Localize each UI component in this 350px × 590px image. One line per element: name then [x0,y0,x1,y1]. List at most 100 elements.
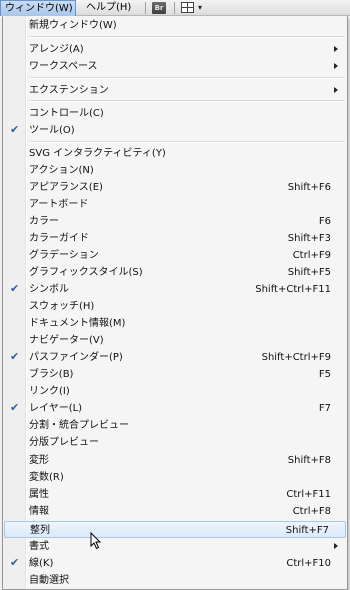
menu-item-label: 書式 [29,541,49,552]
menu-item-label: 整列 [30,525,50,536]
menu-item[interactable]: アピアランス(E) Shift+F6 [3,179,347,196]
menu-item[interactable]: カラー F6 [3,213,347,230]
mouse-cursor-icon [90,532,102,550]
menu-item-label: 属性 [29,489,49,500]
menubar-separator [145,2,146,14]
bridge-icon[interactable]: Br [152,2,166,14]
menu-item-shortcut: F6 [318,216,331,227]
menu-item-label: カラー [29,216,59,227]
menu-item-shortcut: Shift+F6 [287,182,331,193]
menu-item-label: 自動選択 [29,575,69,586]
menu-item-label: SVG インタラクティビティ(Y) [29,148,166,159]
menu-item-label: ツール(O) [29,125,75,136]
menu-item-label: ブラシ(B) [29,369,74,380]
menu-item[interactable]: スウォッチ(H) [3,298,347,315]
menu-item-label: 変形 [29,455,49,466]
menu-item-label: コントロール(C) [29,108,104,119]
menu-separator [29,141,345,143]
menu-item[interactable]: 書式 [3,538,347,555]
menubar-empty-area [212,0,350,16]
menu-item[interactable]: ✔ 線(K) Ctrl+F10 [3,555,347,572]
submenu-arrow-icon [334,87,338,93]
menu-item-shortcut: Ctrl+F10 [286,558,331,569]
menu-separator [29,36,345,38]
window-menu-dropdown: 新規ウィンドウ(W) アレンジ(A) ワークスペース エクステンション コントロール(C… [2,16,348,590]
menu-item[interactable]: 新規ウィンドウ(W) [3,17,347,34]
menu-item-label: アクション(N) [29,165,94,176]
menu-item[interactable]: アクション(N) [3,162,347,179]
menu-item-shortcut: Shift+F5 [287,267,331,278]
menu-item[interactable]: アートボード [3,196,347,213]
menu-window[interactable]: ウィンドウ(W) [0,0,76,16]
check-icon: ✔ [10,556,20,569]
menu-item[interactable]: SVG インタラクティビティ(Y) [3,145,347,162]
menu-item[interactable]: リンク(I) [3,383,347,400]
menu-item-shortcut: Shift+Ctrl+F11 [255,284,331,295]
submenu-arrow-icon [334,543,338,549]
menu-item-label: パスファインダー(P) [29,352,123,363]
menu-item-label: スウォッチ(H) [29,301,95,312]
menu-item[interactable]: 自動選択 [3,572,347,589]
menu-item[interactable]: ナビゲーター(V) [3,332,347,349]
menu-item-label: グラフィックスタイル(S) [29,267,143,278]
menu-item-shortcut: Ctrl+F11 [286,489,331,500]
check-icon: ✔ [10,401,20,414]
menu-item-shortcut: Ctrl+F9 [292,250,331,261]
menu-item[interactable]: 変形 Shift+F8 [3,452,347,469]
menu-item-label: 情報 [29,506,49,517]
menu-item[interactable]: コントロール(C) [3,105,347,122]
menu-help[interactable]: ヘルプ(H) [82,0,136,16]
menu-item[interactable]: 分版プレビュー [3,434,347,451]
menu-item[interactable]: ワークスペース [3,58,347,75]
menu-item[interactable]: グラフィックスタイル(S) Shift+F5 [3,264,347,281]
menu-item[interactable]: 属性 Ctrl+F11 [3,486,347,503]
menu-item-label: 変数(R) [29,472,64,483]
menu-item[interactable]: ✔ ツール(O) [3,122,347,139]
menu-item-shortcut: Ctrl+F8 [292,506,331,517]
menubar: ウィンドウ(W) ヘルプ(H) Br ▾ [0,0,350,16]
menu-item[interactable]: 情報 Ctrl+F8 [3,503,347,520]
menu-item-shortcut: Shift+Ctrl+F9 [261,352,331,363]
menu-item-shortcut: F5 [318,369,331,380]
menu-item[interactable]: 分割・統合プレビュー [3,417,347,434]
chevron-down-icon[interactable]: ▾ [198,3,202,12]
menu-item-label: 線(K) [29,558,54,569]
check-icon: ✔ [10,282,20,295]
menubar-separator [174,2,175,14]
menu-item[interactable]: エクステンション [3,82,347,99]
menu-item-label: アピアランス(E) [29,182,103,193]
menu-separator [29,77,345,79]
menu-item[interactable]: ✔ パスファインダー(P) Shift+Ctrl+F9 [3,349,347,366]
menu-item[interactable]: 整列 Shift+F7 [4,521,346,538]
menu-item-label: アートボード [29,199,89,210]
menu-item-label: レイヤー(L) [29,403,83,414]
menu-item[interactable]: ✔ シンボル Shift+Ctrl+F11 [3,281,347,298]
menu-item[interactable]: アレンジ(A) [3,41,347,58]
menu-item-label: グラデーション [29,250,99,261]
menu-item[interactable]: カラーガイド Shift+F3 [3,230,347,247]
menu-item-label: カラーガイド [29,233,89,244]
menu-item-label: エクステンション [29,85,109,96]
menu-item-shortcut: Shift+F3 [287,233,331,244]
menu-item-shortcut: Shift+F8 [287,455,331,466]
menu-item[interactable]: グラデーション Ctrl+F9 [3,247,347,264]
submenu-arrow-icon [334,63,338,69]
menu-item-shortcut: Shift+F7 [285,525,329,536]
menu-item-label: ドキュメント情報(M) [29,318,126,329]
menu-item-shortcut: F7 [318,403,331,414]
menu-separator [29,100,345,102]
menu-item-label: 分版プレビュー [29,437,99,448]
menu-item[interactable]: ✔ レイヤー(L) F7 [3,400,347,417]
menu-item[interactable]: ブラシ(B) F5 [3,366,347,383]
menu-item-label: 分割・統合プレビュー [29,420,129,431]
menu-item-label: ナビゲーター(V) [29,335,104,346]
arrange-documents-icon[interactable] [181,2,194,13]
submenu-arrow-icon [334,46,338,52]
menu-item-label: シンボル [29,284,69,295]
check-icon: ✔ [10,123,20,136]
menu-item[interactable]: 変数(R) [3,469,347,486]
menu-item[interactable]: ドキュメント情報(M) [3,315,347,332]
check-icon: ✔ [10,350,20,363]
menu-item-label: リンク(I) [29,386,70,397]
menu-item-label: ワークスペース [29,61,98,72]
